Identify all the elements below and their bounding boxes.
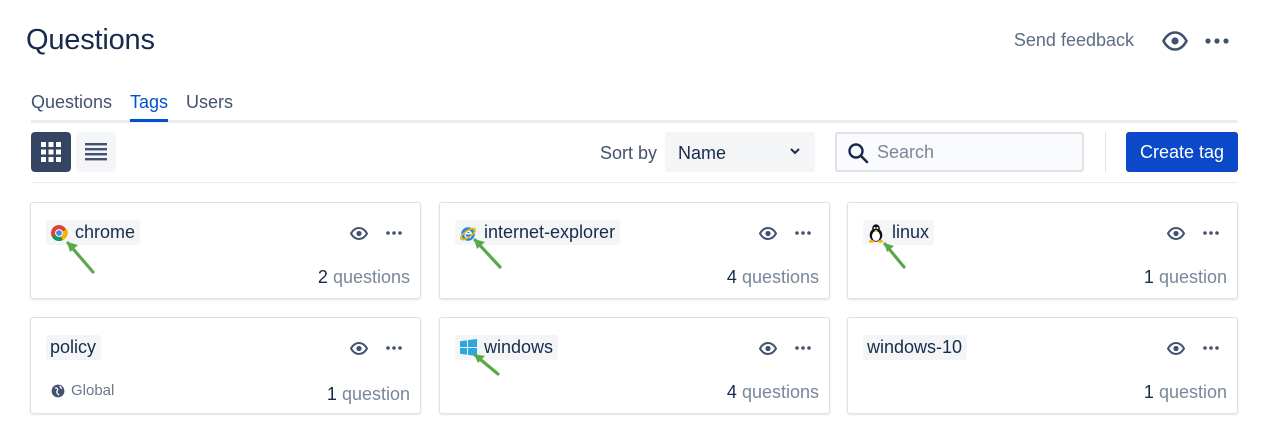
- question-count-number: 2: [317, 267, 328, 287]
- sort-label: Sort by: [600, 143, 658, 163]
- eye-icon[interactable]: [348, 223, 370, 243]
- linux-tux-icon: [867, 223, 885, 243]
- tag-scope-label: Global: [71, 382, 115, 399]
- tag-scope: Global: [51, 382, 114, 399]
- question-count: 1 question: [327, 384, 410, 405]
- tag-chip[interactable]: internet-explorer: [455, 220, 621, 245]
- grid-view-icon: [41, 142, 61, 162]
- tag-name: windows-10: [867, 337, 963, 357]
- question-count-label: questions: [741, 382, 819, 402]
- more-horizontal-icon[interactable]: [1200, 223, 1222, 243]
- search-box: [835, 132, 1084, 172]
- tab-users[interactable]: Users: [186, 92, 233, 119]
- search-icon: [848, 143, 869, 164]
- question-count-label: questions: [741, 267, 819, 287]
- tag-chip[interactable]: windows-10: [863, 335, 968, 360]
- internet-explorer-icon: [459, 224, 477, 242]
- list-view-icon: [85, 143, 107, 161]
- tag-card: policy Global 1 question: [30, 317, 421, 414]
- tag-card: chrome 2 questions: [30, 202, 421, 299]
- tag-name: linux: [892, 222, 930, 242]
- tag-chip[interactable]: windows: [455, 335, 559, 360]
- question-count-number: 4: [726, 382, 737, 402]
- chrome-icon: [50, 224, 68, 242]
- list-view-button[interactable]: [76, 132, 116, 172]
- question-count-label: question: [1158, 267, 1227, 287]
- more-horizontal-icon[interactable]: [792, 223, 814, 243]
- page-title: Questions: [26, 24, 155, 56]
- question-count: 4 questions: [727, 267, 819, 288]
- eye-icon[interactable]: [757, 223, 779, 243]
- question-count: 1 question: [1144, 382, 1227, 403]
- create-tag-button[interactable]: Create tag: [1126, 132, 1238, 172]
- tag-name: chrome: [75, 222, 136, 242]
- eye-icon[interactable]: [348, 338, 370, 358]
- question-count-label: question: [341, 384, 410, 404]
- tag-chip[interactable]: chrome: [46, 220, 141, 245]
- tab-tags[interactable]: Tags: [130, 92, 169, 122]
- tag-chip[interactable]: policy: [46, 335, 102, 360]
- eye-icon[interactable]: [757, 338, 779, 358]
- tab-questions[interactable]: Questions: [31, 92, 112, 119]
- search-input[interactable]: [877, 140, 1077, 164]
- globe-icon: [51, 384, 65, 397]
- eye-icon[interactable]: [1160, 26, 1190, 56]
- question-count: 1 question: [1144, 267, 1227, 288]
- tag-chip[interactable]: linux: [863, 220, 935, 245]
- tag-card: windows 4 questions: [439, 317, 830, 414]
- chevron-down-icon: [790, 148, 800, 155]
- tag-name: internet-explorer: [484, 222, 616, 242]
- eye-icon[interactable]: [1165, 223, 1187, 243]
- question-count: 2 questions: [318, 267, 410, 288]
- grid-view-button[interactable]: [31, 132, 71, 172]
- sort-value: Name: [678, 143, 727, 163]
- tag-card: internet-explorer 4 questions: [439, 202, 830, 299]
- question-count-number: 1: [326, 384, 337, 404]
- more-horizontal-icon[interactable]: [383, 338, 405, 358]
- tag-name: policy: [50, 337, 97, 357]
- header-actions: Send feedback: [866, 22, 1266, 58]
- tag-name: windows: [484, 337, 554, 357]
- tab-bar: Questions Tags Users: [31, 90, 1238, 123]
- tag-card: windows-10 1 question: [847, 317, 1238, 414]
- eye-icon[interactable]: [1165, 338, 1187, 358]
- question-count-label: question: [1158, 382, 1227, 402]
- question-count: 4 questions: [727, 382, 819, 403]
- question-count-number: 1: [1143, 267, 1154, 287]
- content-divider: [31, 182, 1238, 183]
- tag-card: linux 1 question: [847, 202, 1238, 299]
- toolbar-divider: [1105, 132, 1106, 172]
- more-horizontal-icon[interactable]: [792, 338, 814, 358]
- sort-select[interactable]: Name: [665, 132, 815, 172]
- more-horizontal-icon[interactable]: [1202, 26, 1232, 56]
- more-horizontal-icon[interactable]: [383, 223, 405, 243]
- send-feedback-link[interactable]: Send feedback: [1014, 30, 1134, 51]
- question-count-label: questions: [332, 267, 410, 287]
- windows-icon: [459, 339, 477, 357]
- question-count-number: 1: [1143, 382, 1154, 402]
- more-horizontal-icon[interactable]: [1200, 338, 1222, 358]
- toolbar: Sort by Name Create tag: [31, 132, 1238, 172]
- question-count-number: 4: [726, 267, 737, 287]
